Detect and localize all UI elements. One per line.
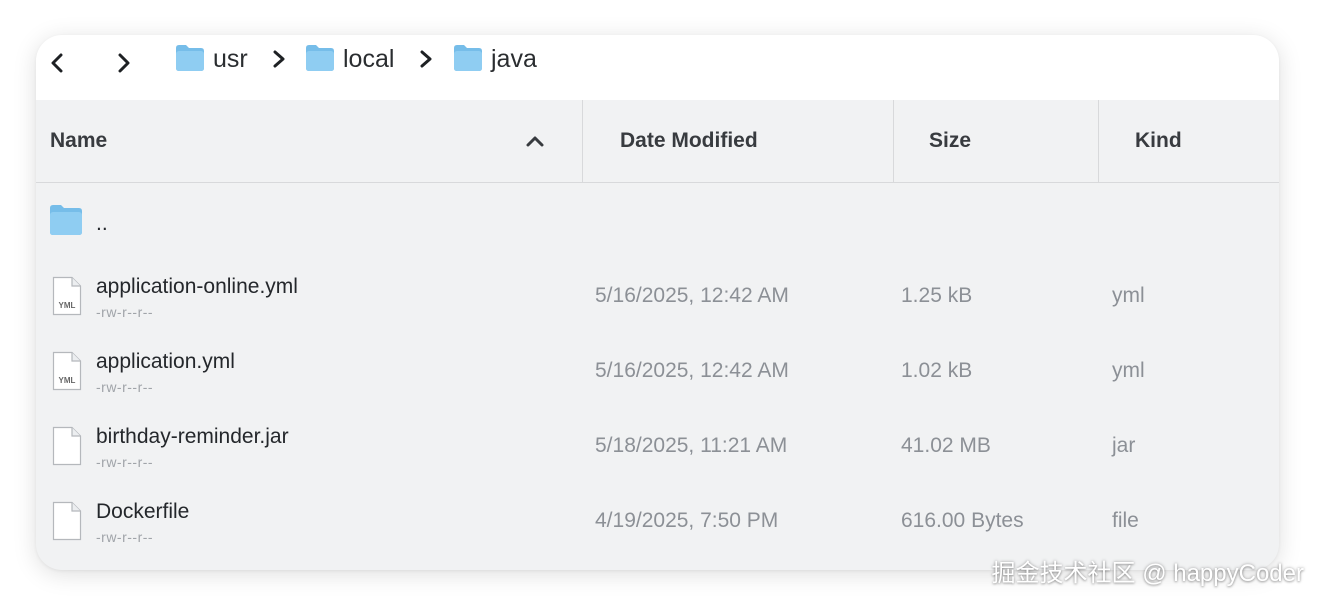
file-name: birthday-reminder.jar bbox=[96, 425, 289, 448]
file-size: 41.02 MB bbox=[901, 434, 991, 457]
generic-file-icon bbox=[52, 426, 82, 466]
file-date: 5/18/2025, 11:21 AM bbox=[595, 434, 788, 457]
file-date: 5/16/2025, 12:42 AM bbox=[595, 359, 789, 382]
file-kind: yml bbox=[1112, 284, 1145, 307]
breadcrumb-item-java[interactable]: java bbox=[491, 43, 537, 75]
file-date: 4/19/2025, 7:50 PM bbox=[595, 509, 779, 532]
folder-icon bbox=[453, 44, 483, 72]
parent-directory-row[interactable]: .. bbox=[36, 190, 1279, 264]
breadcrumb-item-usr[interactable]: usr bbox=[213, 43, 248, 75]
file-permissions: -rw-r--r-- bbox=[96, 454, 154, 470]
folder-icon bbox=[305, 44, 335, 72]
file-date: 5/16/2025, 12:42 AM bbox=[595, 284, 789, 307]
file-size: 1.02 kB bbox=[901, 359, 973, 382]
table-row[interactable]: YML application.yml -rw-r--r-- 5/16/2025… bbox=[36, 339, 1279, 413]
column-size-header[interactable]: Size bbox=[929, 100, 971, 182]
parent-directory-label: .. bbox=[96, 212, 108, 235]
generic-file-icon bbox=[52, 501, 82, 541]
file-size: 616.00 Bytes bbox=[901, 509, 1024, 532]
column-divider[interactable] bbox=[1098, 100, 1099, 182]
column-divider[interactable] bbox=[582, 100, 583, 182]
forward-button[interactable] bbox=[109, 48, 139, 78]
watermark: 掘金技术社区 @ happyCoder bbox=[991, 560, 1304, 587]
file-kind: jar bbox=[1112, 434, 1136, 457]
yml-file-icon: YML bbox=[52, 276, 82, 316]
chevron-right-icon bbox=[118, 53, 130, 73]
yml-badge: YML bbox=[59, 376, 76, 385]
chevron-right-icon bbox=[271, 50, 287, 68]
file-permissions: -rw-r--r-- bbox=[96, 529, 154, 545]
folder-icon bbox=[175, 44, 205, 72]
sort-ascending-icon[interactable] bbox=[524, 130, 546, 152]
chevron-left-icon bbox=[51, 53, 63, 73]
file-name: application-online.yml bbox=[96, 275, 298, 298]
table-row[interactable]: birthday-reminder.jar -rw-r--r-- 5/18/20… bbox=[36, 414, 1279, 488]
back-button[interactable] bbox=[42, 48, 72, 78]
column-kind-header[interactable]: Kind bbox=[1135, 100, 1182, 182]
path-bar: usr local java bbox=[36, 35, 1279, 100]
file-kind: file bbox=[1112, 509, 1139, 532]
file-permissions: -rw-r--r-- bbox=[96, 379, 154, 395]
yml-badge: YML bbox=[59, 301, 76, 310]
column-header: Name Date Modified Size Kind bbox=[36, 100, 1279, 183]
file-name: Dockerfile bbox=[96, 500, 190, 523]
table-row[interactable]: Dockerfile -rw-r--r-- 4/19/2025, 7:50 PM… bbox=[36, 489, 1279, 563]
folder-icon bbox=[49, 204, 83, 236]
file-name: application.yml bbox=[96, 350, 235, 373]
yml-file-icon: YML bbox=[52, 351, 82, 391]
breadcrumb-item-local[interactable]: local bbox=[343, 43, 394, 75]
file-permissions: -rw-r--r-- bbox=[96, 304, 154, 320]
file-browser-window: usr local java Name Date Modified Size K… bbox=[36, 35, 1279, 570]
file-kind: yml bbox=[1112, 359, 1145, 382]
file-size: 1.25 kB bbox=[901, 284, 973, 307]
table-row[interactable]: YML application-online.yml -rw-r--r-- 5/… bbox=[36, 264, 1279, 338]
chevron-right-icon bbox=[418, 50, 434, 68]
column-date-header[interactable]: Date Modified bbox=[620, 100, 758, 182]
column-name-header[interactable]: Name bbox=[50, 100, 107, 182]
column-divider[interactable] bbox=[893, 100, 894, 182]
